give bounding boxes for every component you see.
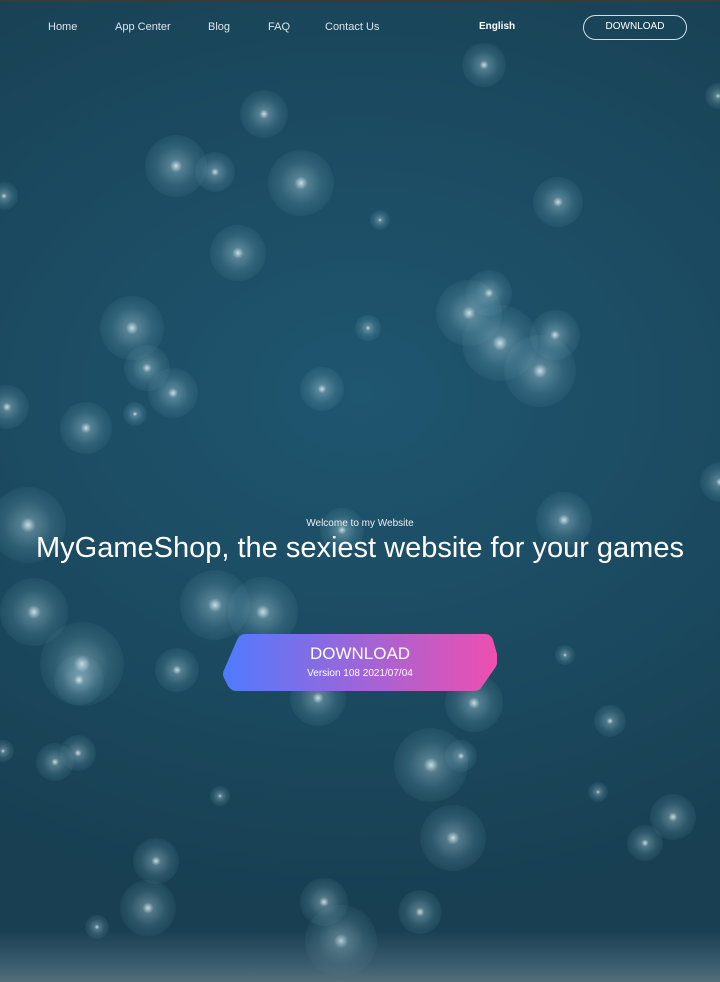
download-button-label: DOWNLOAD [309,644,411,663]
bottom-glow [0,930,720,982]
nav-download-button[interactable]: DOWNLOAD [583,15,687,40]
nav-home[interactable]: Home [48,21,77,33]
background [0,0,720,982]
hero-title: MyGameShop, the sexiest website for your… [36,532,684,564]
nav-faq[interactable]: FAQ [268,21,290,33]
nav-contact-us[interactable]: Contact Us [325,21,379,33]
download-version-text: Version 108 2021/07/04 [307,668,413,679]
top-nav: Home App Center Blog FAQ Contact Us Engl… [0,0,720,56]
language-selector[interactable]: English [479,21,515,32]
hero-download-button[interactable]: DOWNLOAD Version 108 2021/07/04 [223,634,497,691]
hero-welcome-text: Welcome to my Website [306,518,414,529]
nav-blog[interactable]: Blog [208,21,230,33]
nav-app-center[interactable]: App Center [115,21,171,33]
